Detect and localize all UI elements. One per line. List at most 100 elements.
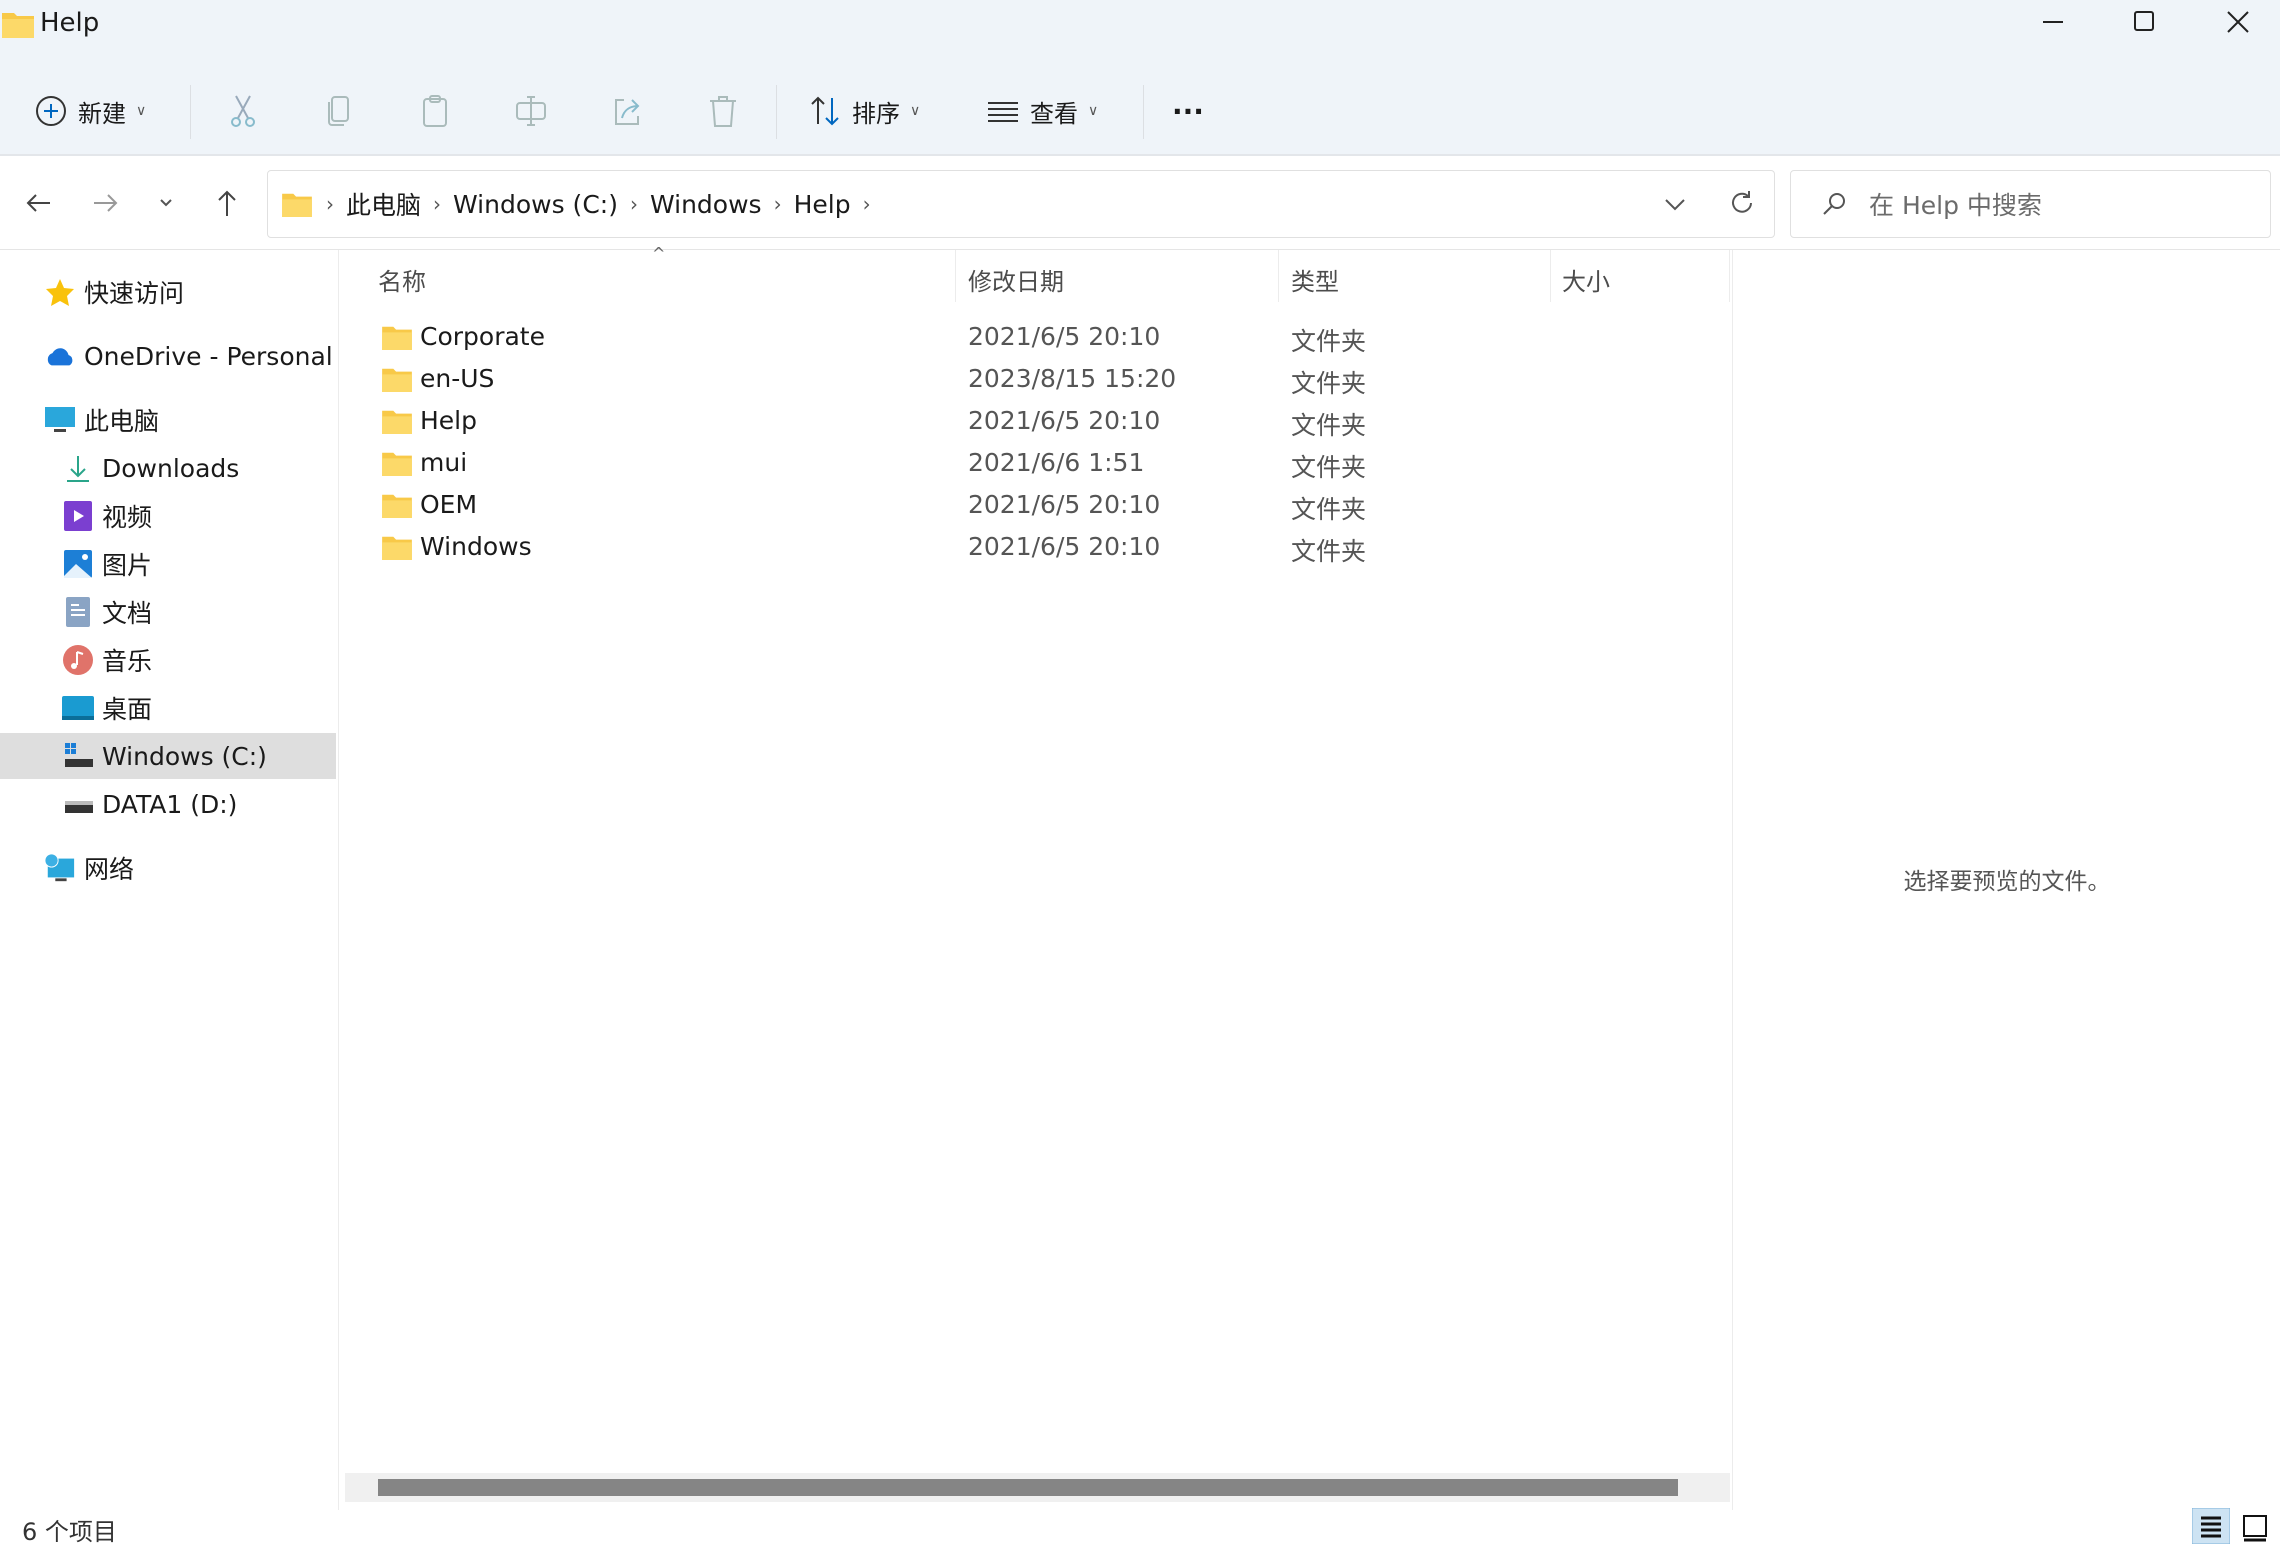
breadcrumb-drive-c[interactable]: Windows (C:)	[453, 190, 618, 219]
preview-pane: 选择要预览的文件。	[1732, 250, 2280, 1510]
new-button[interactable]: 新建 ∨	[34, 87, 146, 135]
maximize-button[interactable]	[2133, 10, 2155, 32]
file-row[interactable]: en-US 2023/8/15 15:20 文件夹	[378, 358, 1718, 400]
column-divider[interactable]	[1550, 250, 1551, 302]
sidebar-item-label: 音乐	[102, 647, 153, 676]
scrollbar-thumb[interactable]	[378, 1479, 1678, 1496]
column-header-name[interactable]: 名称	[378, 262, 426, 297]
breadcrumb-this-pc[interactable]: 此电脑	[346, 186, 421, 222]
sidebar-item-label: 快速访问	[84, 279, 185, 308]
sidebar-item-label: 视频	[102, 503, 153, 532]
chevron-down-icon: ∨	[1088, 103, 1099, 119]
file-date: 2021/6/5 20:10	[968, 406, 1161, 435]
column-divider[interactable]	[1278, 250, 1279, 302]
file-row[interactable]: mui 2021/6/6 1:51 文件夹	[378, 442, 1718, 484]
breadcrumb-help[interactable]: Help	[794, 190, 851, 219]
sidebar-item-drive[interactable]: DATA1 (D:)	[0, 781, 336, 827]
column-divider[interactable]	[955, 250, 956, 302]
share-icon	[615, 99, 640, 125]
file-type: 文件夹	[1291, 327, 1367, 356]
delete-button[interactable]	[706, 87, 740, 135]
close-button[interactable]	[2226, 10, 2250, 34]
up-button[interactable]	[210, 186, 244, 220]
column-header-type[interactable]: 类型	[1291, 262, 1339, 297]
file-name: mui	[420, 448, 468, 477]
sort-button[interactable]: 排序 ∨	[808, 87, 920, 135]
view-label: 查看	[1030, 99, 1078, 128]
address-history-chevron-icon[interactable]	[1662, 191, 1688, 217]
cloud-icon	[44, 340, 76, 372]
breadcrumb-windows[interactable]: Windows	[650, 190, 762, 219]
sidebar-item-music[interactable]: 音乐	[0, 637, 336, 683]
share-button[interactable]	[610, 87, 644, 135]
column-header-size[interactable]: 大小	[1562, 262, 1610, 297]
file-row[interactable]: Help 2021/6/5 20:10 文件夹	[378, 400, 1718, 442]
command-bar: 新建 ∨ 排序 ∨ 查看 ∨ ···	[0, 65, 2280, 156]
details-view-button[interactable]	[2192, 1508, 2230, 1544]
file-row[interactable]: Windows 2021/6/5 20:10 文件夹	[378, 526, 1718, 568]
column-divider[interactable]	[1729, 250, 1730, 302]
computer-icon	[44, 404, 76, 436]
minimize-button[interactable]	[2041, 10, 2065, 34]
cut-button[interactable]	[226, 87, 260, 135]
file-date: 2021/6/5 20:10	[968, 322, 1161, 351]
file-date: 2021/6/5 20:10	[968, 532, 1161, 561]
file-row[interactable]: OEM 2021/6/5 20:10 文件夹	[378, 484, 1718, 526]
sidebar-item-label: Downloads	[102, 453, 240, 483]
recent-locations-button[interactable]	[155, 186, 177, 220]
file-date: 2023/8/15 15:20	[968, 364, 1177, 393]
network-icon	[44, 852, 76, 884]
download-icon	[62, 452, 94, 484]
scissors-icon	[231, 95, 255, 127]
folder-icon	[382, 326, 412, 350]
search-box[interactable]: 在 Help 中搜索	[1790, 170, 2271, 238]
sort-ascending-icon: ^	[652, 244, 666, 263]
sidebar-item-download[interactable]: Downloads	[0, 445, 336, 491]
sidebar-item-desktop[interactable]: 桌面	[0, 685, 336, 731]
rename-button[interactable]	[514, 87, 548, 135]
file-name: OEM	[420, 490, 478, 519]
folder-icon	[382, 368, 412, 392]
refresh-button[interactable]	[1728, 189, 1756, 217]
star-icon	[44, 276, 76, 308]
file-row[interactable]: Corporate 2021/6/5 20:10 文件夹	[378, 316, 1718, 358]
copy-button[interactable]	[322, 87, 356, 135]
file-type: 文件夹	[1291, 453, 1367, 482]
window-title: Help	[40, 8, 100, 38]
file-list: 名称 ^ 修改日期 类型 大小 Corporate 2021/6/5 20:10 文…	[339, 244, 1732, 1470]
sidebar-item-network[interactable]: 网络	[0, 845, 336, 891]
paste-icon	[423, 95, 447, 127]
video-icon	[62, 500, 94, 532]
divider	[1143, 85, 1144, 139]
address-bar[interactable]: › 此电脑 › Windows (C:) › Windows › Help ›	[267, 170, 1775, 238]
horizontal-scrollbar[interactable]	[345, 1473, 1730, 1502]
breadcrumb-separator: ›	[773, 192, 782, 216]
forward-button[interactable]	[88, 186, 122, 220]
sidebar-item-computer[interactable]: 此电脑	[0, 397, 336, 443]
breadcrumb-separator: ›	[433, 192, 442, 216]
file-type: 文件夹	[1291, 369, 1367, 398]
sidebar-item-drive-c[interactable]: Windows (C:)	[0, 733, 336, 779]
back-button[interactable]	[22, 186, 56, 220]
large-icons-view-button[interactable]	[2240, 1512, 2270, 1544]
paste-button[interactable]	[418, 87, 452, 135]
column-header-date[interactable]: 修改日期	[968, 262, 1064, 297]
drive-icon	[62, 788, 94, 820]
file-type: 文件夹	[1291, 411, 1367, 440]
sidebar-item-cloud[interactable]: OneDrive - Personal	[0, 333, 336, 379]
sidebar-item-label: 文档	[102, 599, 153, 628]
file-name: en-US	[420, 364, 495, 393]
sort-label: 排序	[852, 99, 900, 128]
status-bar: 6 个项目	[0, 1508, 2280, 1546]
folder-icon	[2, 13, 34, 38]
view-button[interactable]: 查看 ∨	[986, 87, 1098, 135]
drive-c-icon	[62, 740, 94, 772]
sidebar-item-label: Windows (C:)	[102, 741, 267, 771]
rename-icon	[516, 96, 546, 126]
more-options-button[interactable]: ···	[1172, 87, 1204, 135]
sidebar-item-star[interactable]: 快速访问	[0, 269, 336, 315]
sidebar-item-documents[interactable]: 文档	[0, 589, 336, 635]
sidebar-item-pictures[interactable]: 图片	[0, 541, 336, 587]
item-count: 6 个项目	[22, 1518, 117, 1546]
sidebar-item-video[interactable]: 视频	[0, 493, 336, 539]
